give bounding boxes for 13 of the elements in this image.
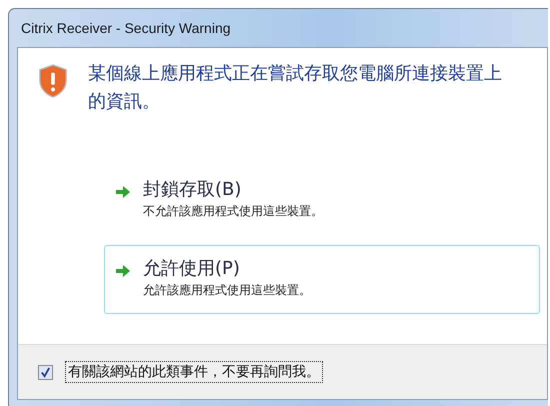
- warning-message: 某個線上應用程式正在嘗試存取您電腦所連接裝置上的資訊。: [88, 62, 503, 114]
- checkbox-label[interactable]: 有關該網站的此類事件，不要再詢問我。: [65, 361, 323, 383]
- checkbox[interactable]: [38, 364, 53, 380]
- warning-shield-icon: [38, 64, 68, 98]
- window-title: Citrix Receiver - Security Warning: [21, 20, 231, 36]
- option-description: 允許該應用程式使用這些裝置。: [143, 282, 311, 299]
- command-link[interactable]: 允許使用(P) 允許該應用程式使用這些裝置。: [104, 245, 540, 314]
- arrow-icon: [115, 185, 131, 199]
- option-description: 不允許該應用程式使用這些裝置。: [143, 203, 323, 220]
- command-link[interactable]: 封鎖存取(B) 不允許該應用程式使用這些裝置。: [104, 166, 540, 235]
- option-title: 允許使用(P): [143, 257, 241, 280]
- arrow-icon: [115, 264, 131, 278]
- option-title: 封鎖存取(B): [143, 178, 242, 201]
